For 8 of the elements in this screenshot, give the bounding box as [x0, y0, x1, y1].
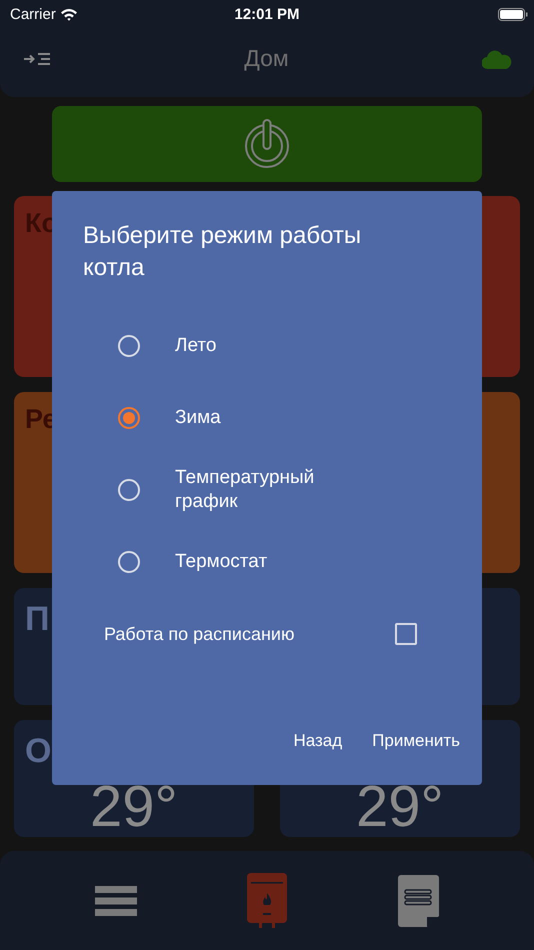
screen-title: Дом: [244, 45, 289, 72]
carrier-label: Carrier: [10, 6, 56, 22]
card-title: П: [25, 600, 50, 639]
card-value: 29°: [356, 778, 444, 836]
status-time: 12:01 PM: [234, 6, 300, 22]
card-title: О: [25, 732, 52, 771]
dialog-title: Выберите режим работы котла: [83, 221, 362, 283]
card-value: 29°: [90, 778, 178, 836]
